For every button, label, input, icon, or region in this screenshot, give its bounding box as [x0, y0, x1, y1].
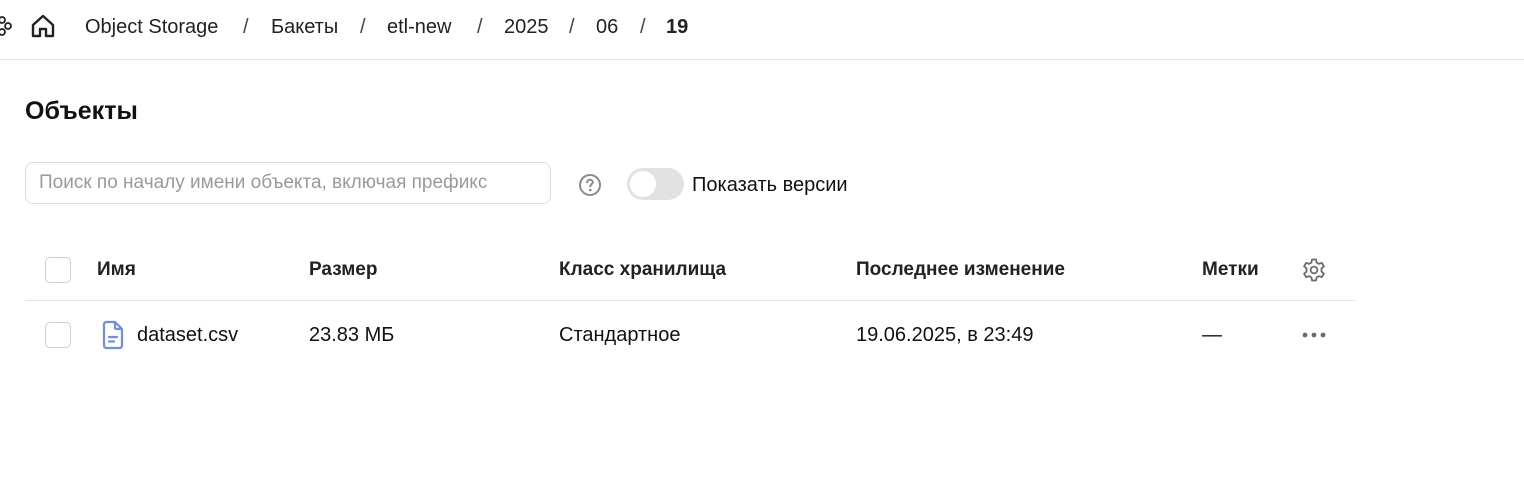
toggle-knob	[630, 171, 656, 197]
breadcrumb-separator: /	[640, 16, 646, 38]
table-divider	[25, 300, 1355, 301]
breadcrumb-separator: /	[569, 16, 575, 38]
breadcrumb-month[interactable]: 06	[596, 16, 618, 38]
versions-toggle[interactable]	[627, 168, 684, 200]
object-storage-class: Стандартное	[559, 324, 681, 346]
more-actions-icon[interactable]	[1300, 324, 1328, 346]
object-size: 23.83 МБ	[309, 324, 395, 346]
breadcrumb-bucket[interactable]: etl-new	[387, 16, 451, 38]
breadcrumb-buckets[interactable]: Бакеты	[271, 16, 338, 38]
search-input[interactable]	[39, 163, 539, 203]
select-all-checkbox[interactable]	[45, 257, 71, 283]
file-icon	[102, 320, 124, 350]
object-labels: —	[1202, 324, 1222, 346]
home-icon[interactable]	[30, 13, 56, 39]
page-title: Объекты	[25, 97, 138, 125]
object-name-link[interactable]: dataset.csv	[137, 324, 238, 346]
row-checkbox[interactable]	[45, 322, 71, 348]
breadcrumb-object-storage[interactable]: Object Storage	[85, 16, 218, 38]
services-icon[interactable]	[0, 16, 12, 36]
breadcrumb-separator: /	[477, 16, 483, 38]
breadcrumb-separator: /	[243, 16, 249, 38]
column-header-name[interactable]: Имя	[97, 259, 136, 281]
gear-icon[interactable]	[1301, 257, 1327, 283]
breadcrumb-day: 19	[666, 16, 689, 38]
column-header-labels[interactable]: Метки	[1202, 259, 1259, 281]
header: Object Storage / Бакеты / etl-new / 2025…	[0, 0, 1524, 60]
help-icon[interactable]	[578, 173, 602, 197]
object-modified: 19.06.2025, в 23:49	[856, 324, 1034, 346]
search-box[interactable]	[25, 162, 551, 204]
column-header-modified[interactable]: Последнее изменение	[856, 259, 1065, 281]
versions-toggle-label[interactable]: Показать версии	[692, 174, 848, 196]
breadcrumb-year[interactable]: 2025	[504, 16, 549, 38]
column-header-size[interactable]: Размер	[309, 259, 377, 281]
breadcrumb-separator: /	[360, 16, 366, 38]
column-header-storage-class[interactable]: Класс хранилища	[559, 259, 726, 281]
